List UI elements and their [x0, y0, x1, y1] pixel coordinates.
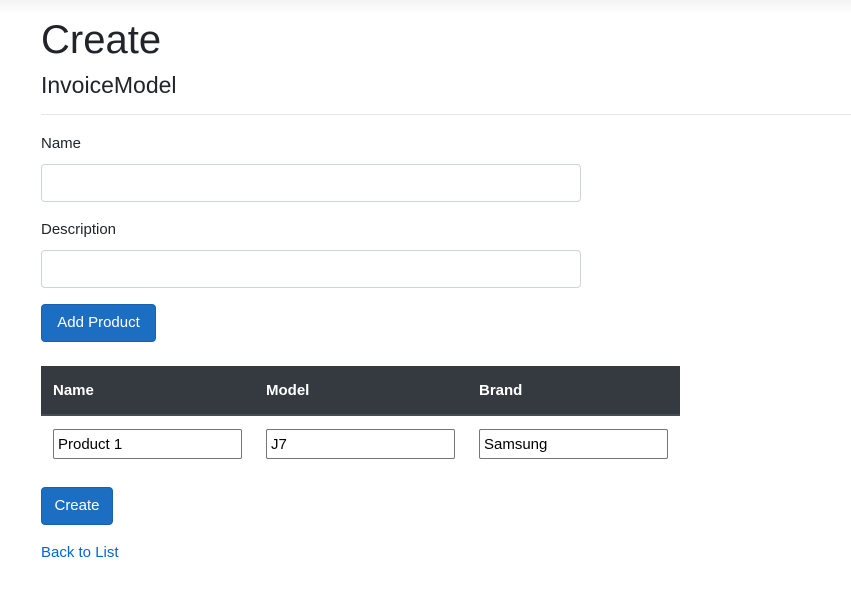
name-label: Name	[41, 135, 82, 152]
add-product-button[interactable]: Add Product	[41, 304, 156, 342]
table-header-row: Name Model Brand	[41, 366, 680, 416]
column-header-brand: Brand	[467, 366, 680, 416]
description-label: Description	[41, 221, 117, 238]
product-name-input[interactable]	[53, 429, 242, 459]
back-to-list-link[interactable]: Back to List	[41, 543, 119, 563]
page-title: Create	[41, 18, 162, 62]
description-input[interactable]	[41, 250, 581, 288]
product-brand-input[interactable]	[479, 429, 668, 459]
cell-model	[254, 415, 467, 471]
column-header-name: Name	[41, 366, 254, 416]
divider	[41, 114, 851, 115]
create-button[interactable]: Create	[41, 487, 113, 525]
table-row	[41, 415, 680, 471]
cell-name	[41, 415, 254, 471]
product-model-input[interactable]	[266, 429, 455, 459]
products-table: Name Model Brand	[41, 366, 680, 471]
cell-brand	[467, 415, 680, 471]
name-input[interactable]	[41, 164, 581, 202]
page-subtitle: InvoiceModel	[41, 72, 177, 98]
column-header-model: Model	[254, 366, 467, 416]
navbar-shadow	[0, 0, 851, 14]
